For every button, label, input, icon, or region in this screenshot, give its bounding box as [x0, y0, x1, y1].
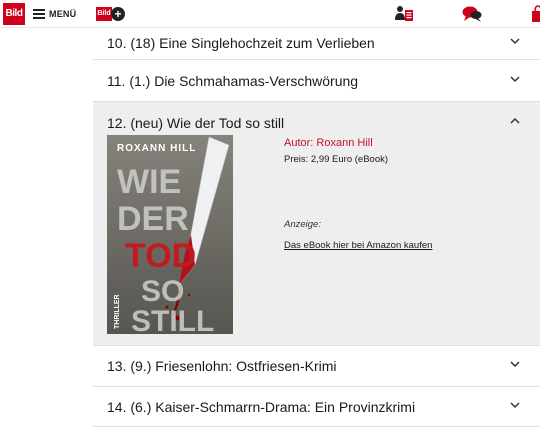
list-item[interactable]: 14. (6.) Kaiser-Schmarrn-Drama: Ein Prov…: [93, 387, 540, 427]
book-title: 13. (9.) Friesenlohn: Ostfriesen-Krimi: [107, 358, 337, 374]
amazon-buy-link[interactable]: Das eBook hier bei Amazon kaufen: [284, 240, 432, 251]
book-price: Preis: 2,99 Euro (eBook): [284, 154, 389, 165]
chevron-down-icon[interactable]: [509, 73, 521, 85]
hamburger-icon: [33, 9, 45, 19]
book-title: 14. (6.) Kaiser-Schmarrn-Drama: Ein Prov…: [107, 399, 416, 415]
chevron-down-icon[interactable]: [509, 358, 521, 370]
chevron-down-icon[interactable]: [509, 35, 521, 47]
cover-word-1: WIE: [117, 163, 181, 201]
list-item-expanded: 12. (neu) Wie der Tod so still ROXANN HI…: [93, 102, 540, 346]
bestseller-list: 10. (18) Eine Singlehochzeit zum Verlieb…: [93, 28, 540, 427]
bildplus-button[interactable]: Bild +: [96, 6, 125, 22]
account-icon[interactable]: [394, 5, 414, 23]
cover-word-2: DER: [117, 200, 189, 238]
cover-word-3: TOD: [125, 237, 196, 275]
cover-author: ROXANN HILL: [117, 143, 196, 154]
book-title: 10. (18) Eine Singlehochzeit zum Verlieb…: [107, 35, 375, 51]
top-header: Bild MENÜ Bild +: [0, 0, 540, 28]
list-item[interactable]: 11. (1.) Die Schmahamas-Verschwörung: [93, 60, 540, 102]
chevron-down-icon[interactable]: [509, 399, 521, 411]
ad-label: Anzeige:: [284, 219, 321, 230]
menu-label: MENÜ: [49, 9, 77, 19]
bild-logo[interactable]: Bild: [3, 3, 25, 25]
plus-icon: +: [111, 7, 125, 21]
shop-icon[interactable]: [532, 5, 540, 23]
cover-word-4: SO: [141, 275, 184, 308]
book-title: 12. (neu) Wie der Tod so still: [107, 115, 285, 131]
book-author: Autor: Roxann Hill: [284, 137, 373, 149]
book-cover: ROXANN HILL WIE DER TOD SO STILL THRILLE…: [107, 135, 233, 334]
comments-icon[interactable]: [462, 5, 482, 23]
cover-genre: THRILLER: [114, 294, 121, 329]
menu-button[interactable]: MENÜ: [33, 7, 76, 21]
cover-word-5: STILL: [131, 305, 214, 334]
chevron-up-icon[interactable]: [509, 115, 521, 127]
list-item[interactable]: 10. (18) Eine Singlehochzeit zum Verlieb…: [93, 28, 540, 60]
ad-block: Anzeige: Das eBook hier bei Amazon kaufe…: [284, 219, 432, 253]
book-title: 11. (1.) Die Schmahamas-Verschwörung: [107, 73, 359, 89]
book-details: Autor: Roxann Hill Preis: 2,99 Euro (eBo…: [284, 137, 388, 165]
bildplus-logo: Bild: [96, 7, 112, 21]
list-item[interactable]: 13. (9.) Friesenlohn: Ostfriesen-Krimi: [93, 346, 540, 387]
